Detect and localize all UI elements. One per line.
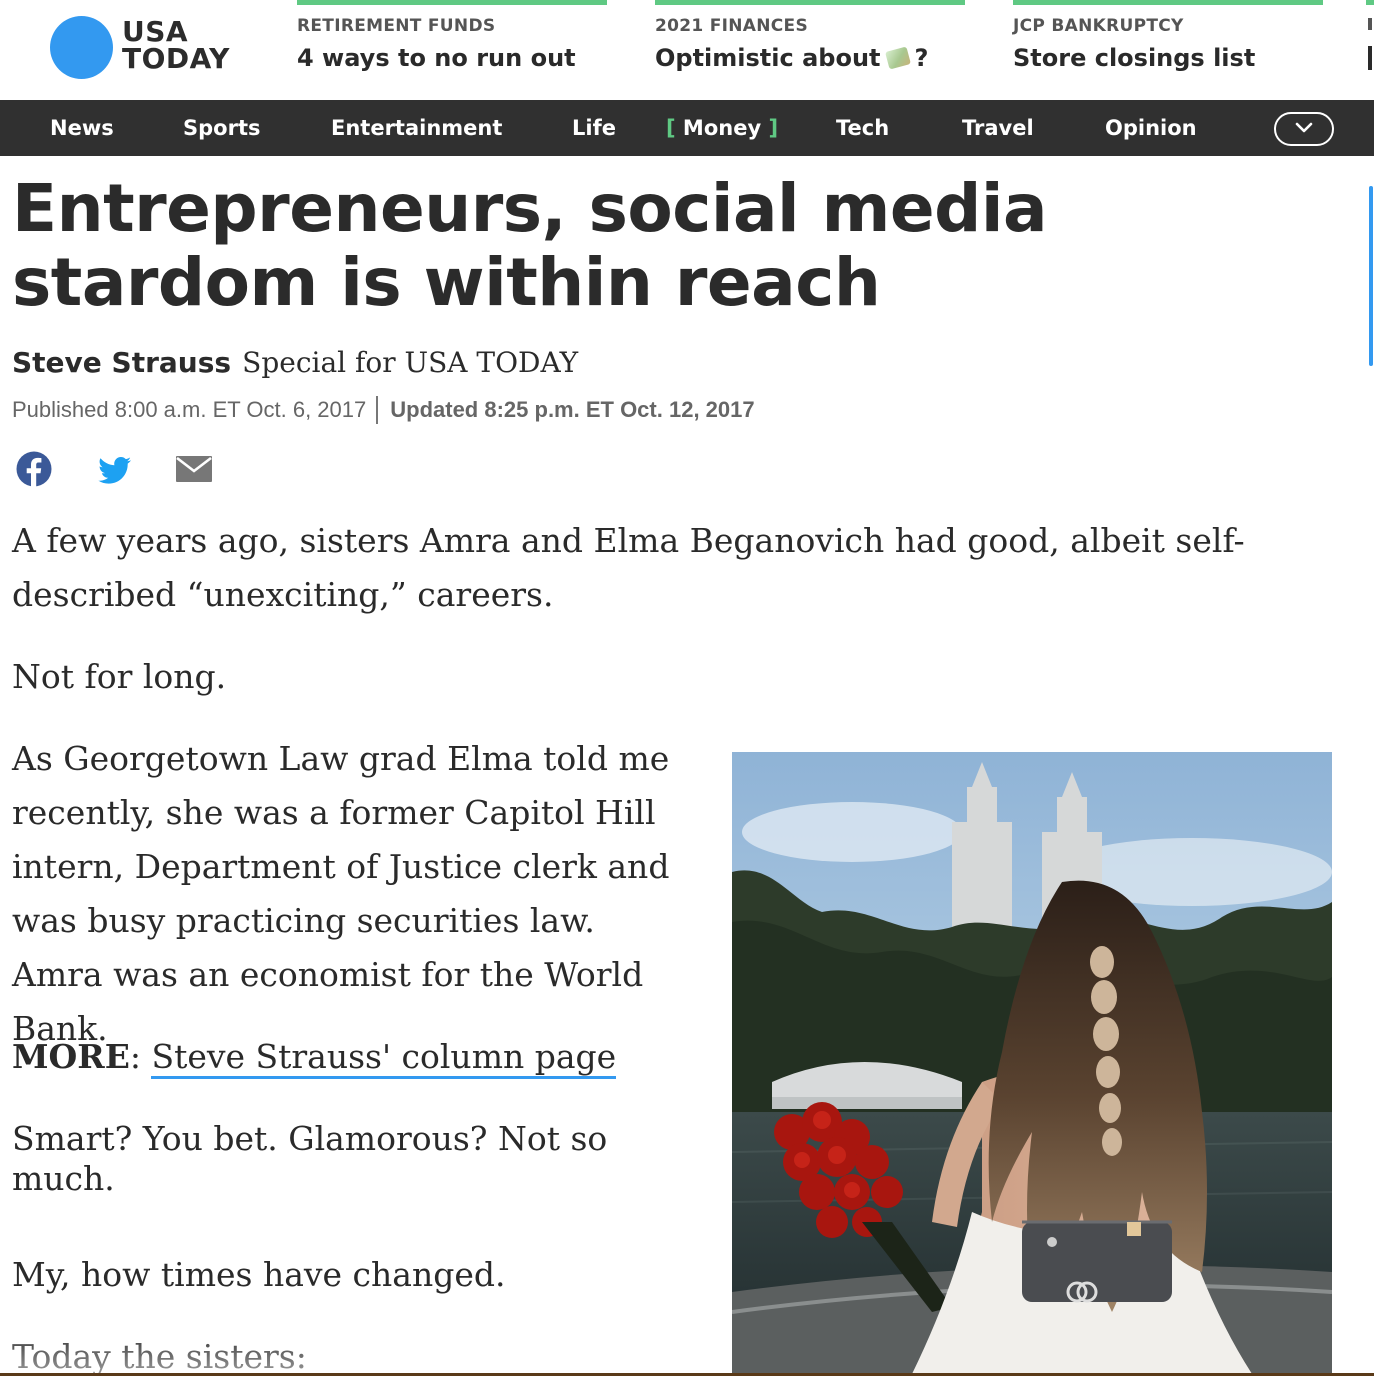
active-bracket-close: ] [768,116,779,140]
paragraph-2: Not for long. [12,657,227,696]
nav-item-travel[interactable]: Travel [962,100,1034,156]
column-page-link[interactable]: Steve Strauss' column page [151,1037,617,1079]
nav-item-life[interactable]: Life [572,100,616,156]
money-with-wings-emoji-icon [884,46,911,70]
paragraph-3: As Georgetown Law grad Elma told me rece… [12,739,670,1048]
brand-line2: TODAY [122,42,230,75]
more-colon: : [129,1037,152,1076]
article-dates: Published 8:00 a.m. ET Oct. 6, 2017 Updat… [12,396,755,424]
promo-headline-partial [1368,46,1372,70]
promo-kicker: JCP BANKRUPTCY [1013,16,1184,36]
email-icon [176,456,212,482]
promo-headline: Optimistic about? [655,44,928,72]
promo-bar [655,0,965,5]
share-twitter-button[interactable] [94,450,134,490]
woman-in-rowboat-photo [732,752,1332,1374]
byline: Steve Strauss Special for USA TODAY [12,346,578,379]
more-label: MORE [12,1037,130,1076]
author-name[interactable]: Steve Strauss [12,346,231,379]
usa-today-wordmark[interactable]: USA TODAY [122,15,230,75]
nav-item-tech[interactable]: Tech [836,100,889,156]
nav-item-money[interactable]: [ Money ] [666,100,778,156]
share-facebook-button[interactable] [14,450,54,490]
author-affiliation: Special for USA TODAY [242,346,579,379]
paragraph-6: My, how times have changed. [12,1255,506,1294]
nav-expand-button[interactable] [1274,112,1334,146]
promo-kicker: 2021 FINANCES [655,16,809,36]
site-header: USA TODAY RETIREMENT FUNDS 4 ways to no … [0,0,1374,100]
promo-kicker: RETIREMENT FUNDS [297,16,496,36]
facebook-icon [16,451,52,487]
updated-date: Updated 8:25 p.m. ET Oct. 12, 2017 [390,397,755,422]
promo-bar [297,0,607,5]
article-title: Entrepreneurs, social media stardom is w… [12,170,1048,321]
usa-today-logo[interactable] [50,16,113,79]
brand-line1: USA [122,15,189,48]
published-date: Published 8:00 a.m. ET Oct. 6, 2017 [12,397,367,422]
twitter-icon [98,457,131,484]
promo-headline-question: ? [914,44,929,72]
nav-item-news[interactable]: News [50,100,114,156]
paragraph-5: Smart? You bet. Glamorous? Not so much. [12,1112,652,1206]
share-email-button[interactable] [174,450,214,490]
nav-item-opinion[interactable]: Opinion [1105,100,1197,156]
scrollbar-thumb[interactable] [1369,186,1373,366]
paragraph-1: A few years ago, sisters Amra and Elma B… [12,521,1245,614]
more-link-paragraph: MORE: Steve Strauss' column page [12,1030,617,1084]
article-photo[interactable] [732,752,1332,1374]
promo-bar [1366,0,1374,5]
promo-bar [1013,0,1323,5]
promo-headline-text: Optimistic about [655,44,881,72]
date-divider [376,396,379,424]
active-bracket-open: [ [666,116,676,140]
promo-kicker-partial [1368,18,1372,30]
promo-headline: 4 ways to no run out [297,44,576,72]
chevron-down-icon [1295,122,1313,133]
main-nav: News Sports Entertainment Life [ Money ]… [0,100,1374,156]
paragraph-7: Today the sisters: [12,1337,307,1376]
promo-next-partial[interactable] [1366,0,1374,100]
nav-item-money-label: Money [682,116,762,140]
promo-headline: Store closings list [1013,44,1256,72]
nav-item-sports[interactable]: Sports [183,100,260,156]
nav-item-entertainment[interactable]: Entertainment [331,100,502,156]
